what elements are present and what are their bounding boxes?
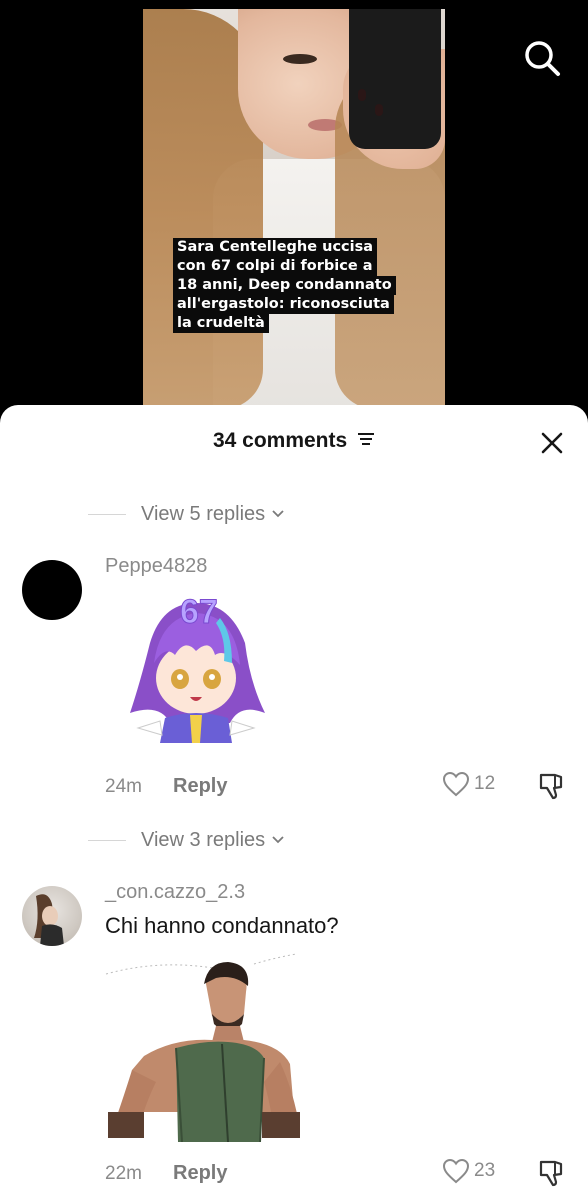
view-replies-label: View 3 replies — [141, 828, 266, 851]
heart-icon — [442, 771, 470, 797]
video-player[interactable]: Sara Centelleghe uccisa con 67 colpi di … — [0, 0, 588, 420]
video-frame[interactable] — [143, 9, 445, 409]
view-replies-button[interactable]: View 3 replies — [88, 825, 285, 855]
comment-time: 24m — [105, 776, 142, 797]
like-count: 12 — [474, 773, 496, 794]
avatar[interactable] — [22, 886, 82, 946]
reply-button[interactable]: Reply — [173, 775, 227, 798]
video-image-nail — [375, 104, 383, 116]
chevron-down-icon — [272, 510, 284, 518]
thumbs-down-icon — [539, 773, 563, 800]
comments-sheet: 34 comments View 5 replies Peppe4828 67 … — [0, 405, 588, 1199]
heart-icon — [442, 1158, 470, 1184]
close-icon — [541, 432, 563, 454]
avatar[interactable] — [22, 560, 82, 620]
comment-count-title: 34 comments — [0, 429, 588, 453]
anime-sticker[interactable]: 67 — [120, 593, 272, 753]
close-button[interactable] — [538, 429, 566, 457]
divider — [88, 839, 126, 841]
search-button[interactable] — [522, 38, 562, 78]
like-count: 23 — [474, 1160, 496, 1181]
comment-username[interactable]: Peppe4828 — [105, 555, 207, 578]
comment-meta-row: 22m Reply 23 — [105, 1158, 575, 1190]
comment-count-label: 34 comments — [212, 429, 348, 452]
video-caption: Sara Centelleghe uccisa con 67 colpi di … — [173, 238, 403, 333]
view-replies-label: View 5 replies — [141, 502, 266, 525]
dislike-button[interactable] — [537, 1158, 567, 1193]
caption-line: all'ergastolo: riconosciuta — [173, 295, 394, 314]
like-button[interactable]: 23 — [442, 1158, 495, 1184]
sticker-number: 67 — [180, 593, 218, 631]
thumbs-down-icon — [539, 1160, 563, 1187]
caption-line: 18 anni, Deep condannato — [173, 276, 396, 295]
caption-line: la crudeltà — [173, 314, 269, 333]
chevron-down-icon — [272, 836, 284, 844]
caption-line: Sara Centelleghe uccisa — [173, 238, 378, 257]
man-sticker[interactable] — [104, 952, 300, 1143]
comment-meta-row: 24m Reply 12 — [105, 771, 575, 803]
comments-header: 34 comments — [0, 405, 588, 477]
reply-button[interactable]: Reply — [173, 1162, 227, 1185]
view-replies-button[interactable]: View 5 replies — [88, 499, 285, 529]
divider — [88, 513, 126, 515]
dislike-button[interactable] — [537, 771, 567, 806]
comment-text: Chi hanno condannato? — [105, 913, 339, 938]
caption-line: con 67 colpi di forbice a — [173, 257, 377, 276]
video-image-phone — [349, 9, 441, 149]
video-image-nail — [358, 89, 366, 101]
sort-icon[interactable] — [357, 429, 375, 453]
like-button[interactable]: 12 — [442, 771, 495, 797]
comment-username[interactable]: _con.cazzo_2.3 — [105, 881, 245, 904]
video-image-eye — [283, 54, 317, 64]
comment-time: 22m — [105, 1163, 142, 1184]
search-icon — [525, 41, 560, 76]
